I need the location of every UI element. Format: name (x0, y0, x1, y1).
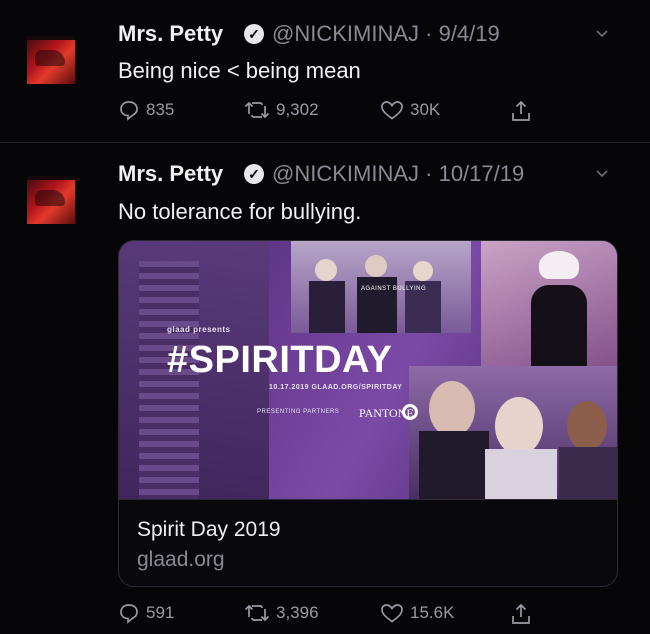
link-card[interactable]: AGAINST BULLYING glaad presents #SPIRITD… (118, 240, 618, 587)
chevron-down-icon[interactable] (596, 167, 608, 179)
card-title: Spirit Day 2019 (137, 518, 281, 541)
reply-count: 591 (146, 603, 175, 622)
display-name[interactable]: Mrs. Petty (118, 161, 223, 187)
glaad-presents: glaad presents (167, 325, 231, 334)
reply-button[interactable]: 591 (118, 602, 174, 624)
reply-icon (120, 604, 138, 624)
presenting-partners: PRESENTING PARTNERS (257, 409, 340, 415)
share-button[interactable] (510, 602, 532, 626)
tweet-meta: @NICKIMINAJ · 10/17/19 (272, 161, 524, 187)
sign-text: AGAINST BULLYING (361, 286, 427, 292)
tweet-text: Being nice < being mean (118, 58, 361, 83)
retweet-count: 9,302 (276, 100, 319, 119)
reply-icon (120, 101, 138, 121)
card-url-line: 10.17.2019 GLAAD.ORG/SPIRITDAY (269, 384, 403, 391)
tweet[interactable]: Mrs. Petty ✓ @NICKIMINAJ · 9/4/19 Being … (0, 0, 650, 143)
card-domain: glaad.org (137, 548, 225, 571)
tweet-actions: 835 9,302 30K (118, 99, 548, 127)
heart-icon (381, 101, 403, 120)
person-head (567, 401, 607, 451)
person-head (429, 381, 475, 437)
retweet-button[interactable]: 9,302 (244, 99, 319, 121)
tweet-text: No tolerance for bullying. (118, 199, 362, 224)
avatar[interactable] (27, 36, 75, 84)
like-button[interactable]: 15.6K (380, 602, 454, 624)
chevron-down-icon[interactable] (596, 27, 608, 39)
person-head (315, 259, 337, 281)
retweet-button[interactable]: 3,396 (244, 602, 319, 624)
person-body (309, 281, 345, 333)
spiritday-headline: #SPIRITDAY (167, 339, 393, 381)
card-footer[interactable]: Spirit Day 2019 glaad.org (119, 499, 617, 586)
retweet-icon (244, 101, 270, 119)
meta-separator: · (419, 21, 439, 46)
like-button[interactable]: 30K (380, 99, 440, 121)
retweet-icon (244, 604, 270, 622)
person-head (495, 397, 543, 455)
like-count: 15.6K (410, 603, 455, 622)
like-count: 30K (410, 100, 441, 119)
person-head (413, 261, 433, 281)
reply-button[interactable]: 835 (118, 99, 174, 121)
tweet[interactable]: Mrs. Petty ✓ @NICKIMINAJ · 10/17/19 No t… (0, 143, 650, 634)
display-name[interactable]: Mrs. Petty (118, 21, 223, 47)
bow-shape (539, 251, 579, 279)
heart-icon (381, 604, 403, 623)
partner-ring-icon (402, 404, 418, 420)
share-button[interactable] (510, 99, 532, 123)
share-icon (512, 100, 530, 121)
tweet-actions: 591 3,396 15.6K (118, 602, 548, 630)
person-body (485, 449, 557, 499)
handle[interactable]: @NICKIMINAJ (272, 21, 419, 46)
tweet-meta: @NICKIMINAJ · 9/4/19 (272, 21, 500, 47)
share-icon (512, 603, 530, 624)
avatar[interactable] (27, 176, 75, 224)
retweet-count: 3,396 (276, 603, 319, 622)
card-image: AGAINST BULLYING glaad presents #SPIRITD… (119, 241, 617, 499)
verified-badge-icon: ✓ (244, 164, 264, 184)
reply-count: 835 (146, 100, 175, 119)
person-body (559, 447, 617, 499)
timestamp[interactable]: 9/4/19 (439, 21, 500, 46)
person-body (419, 431, 489, 499)
verified-badge-icon: ✓ (244, 24, 264, 44)
timestamp[interactable]: 10/17/19 (439, 161, 525, 186)
person-head (365, 255, 387, 277)
meta-separator: · (419, 161, 439, 186)
handle[interactable]: @NICKIMINAJ (272, 161, 419, 186)
